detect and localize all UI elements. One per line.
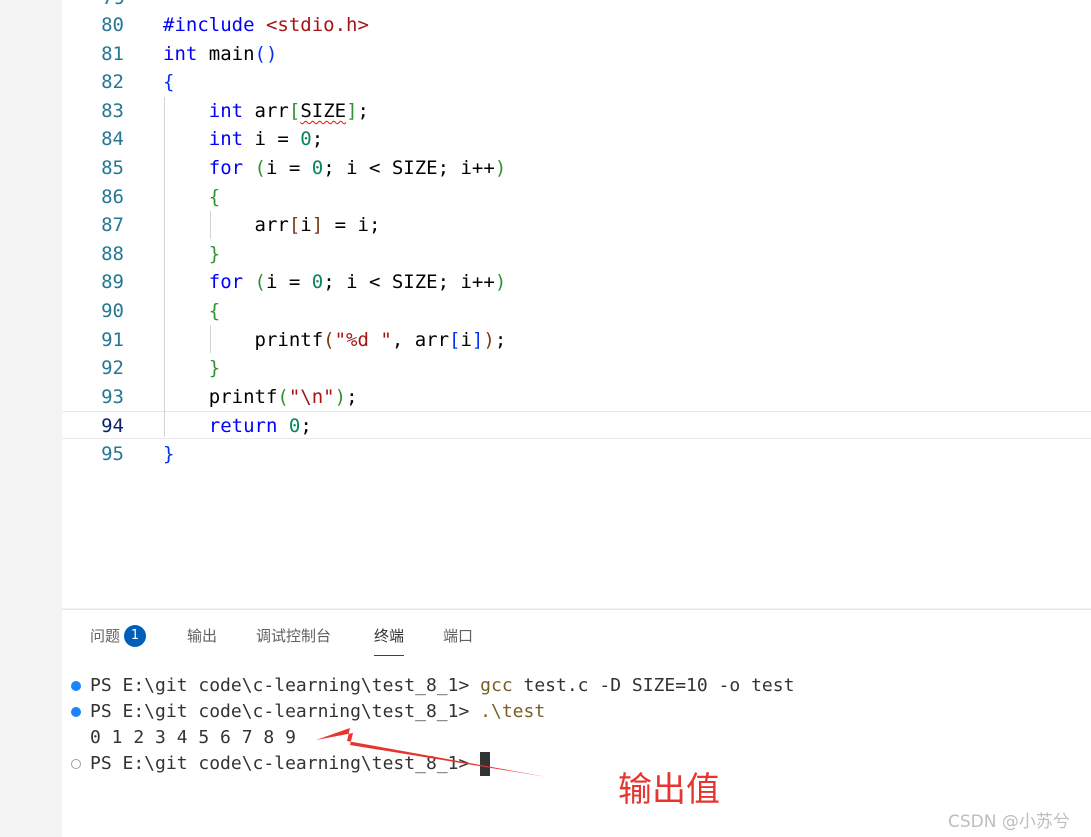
annotation-label: 输出值 xyxy=(618,770,720,810)
arrow-shape xyxy=(316,728,547,777)
watermark: CSDN @小苏兮 xyxy=(948,812,1070,832)
annotation-arrow xyxy=(316,728,547,777)
